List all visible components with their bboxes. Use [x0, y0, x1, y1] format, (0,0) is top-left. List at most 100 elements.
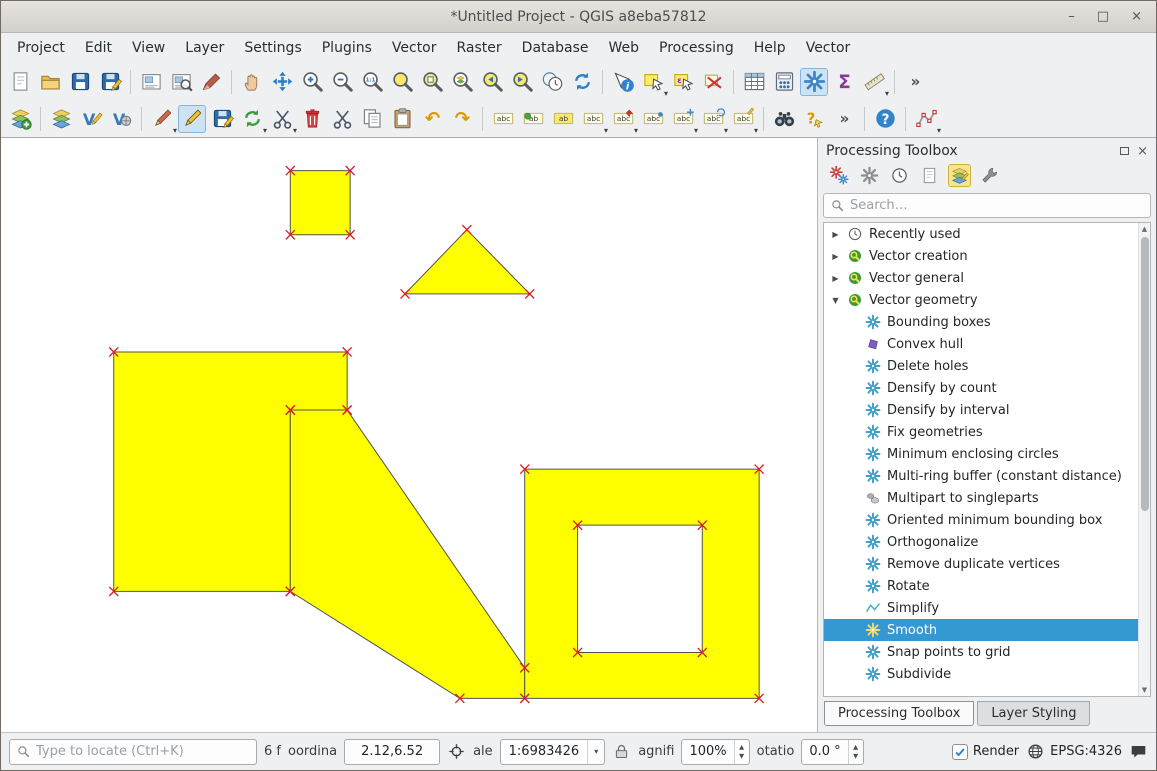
tree-item-convex-hull[interactable]: Convex hull	[824, 333, 1138, 355]
save-layer-edits-button[interactable]	[208, 105, 236, 133]
locate-input[interactable]: Type to locate (Ctrl+K)	[9, 739, 257, 765]
show-layout-manager-button[interactable]	[167, 68, 195, 96]
float-panel-icon[interactable]	[1120, 147, 1129, 155]
label-toolbar-menu-button[interactable]: abc▾	[579, 105, 607, 133]
zoom-last-button[interactable]	[478, 68, 506, 96]
lock-scale-icon[interactable]	[612, 742, 631, 761]
dropdown-caret-icon[interactable]: ▾	[263, 126, 267, 135]
extents-toggle-icon[interactable]	[447, 742, 466, 761]
menu-vector[interactable]: Vector	[382, 36, 447, 60]
tree-item-densify-by-count[interactable]: Densify by count	[824, 377, 1138, 399]
toolbar-overflow-button[interactable]: »	[901, 68, 929, 96]
paste-features-button[interactable]	[388, 105, 416, 133]
tree-item-recently-used[interactable]: ▶Recently used	[824, 223, 1138, 245]
layer-diagram-button[interactable]: ab	[519, 105, 547, 133]
run-feature-action-button[interactable]: ?	[800, 105, 828, 133]
tree-item-minimum-enclosing-circles[interactable]: Minimum enclosing circles	[824, 443, 1138, 465]
tree-item-vector-general[interactable]: ▶Vector general	[824, 267, 1138, 289]
zoom-full-button[interactable]	[388, 68, 416, 96]
collapse-arrow-icon[interactable]: ▼	[830, 296, 841, 305]
tree-item-snap-points-to-grid[interactable]: Snap points to grid	[824, 641, 1138, 663]
rotation-spinbox[interactable]: 0.0 ° ▲▼	[801, 739, 863, 765]
scroll-thumb[interactable]	[1141, 237, 1149, 511]
tree-item-orthogonalize[interactable]: Orthogonalize	[824, 531, 1138, 553]
dropdown-caret-icon[interactable]: ▾	[604, 126, 608, 135]
help-button[interactable]: ?	[871, 105, 899, 133]
menu-processing[interactable]: Processing	[649, 36, 744, 60]
maximize-button[interactable]: □	[1097, 9, 1109, 24]
tree-item-rotate[interactable]: Rotate	[824, 575, 1138, 597]
select-features-button[interactable]: ▾	[639, 68, 667, 96]
pin-labels-button[interactable]: abc▾	[609, 105, 637, 133]
split-features-button[interactable]: ▾	[268, 105, 296, 133]
menu-plugins[interactable]: Plugins	[312, 36, 382, 60]
tree-item-subdivide[interactable]: Subdivide	[824, 663, 1138, 685]
scroll-up-icon[interactable]: ▲	[1142, 223, 1147, 235]
close-button[interactable]: ×	[1131, 9, 1142, 24]
algorithms-icon[interactable]	[828, 164, 851, 187]
deselect-features-button[interactable]	[699, 68, 727, 96]
options-icon[interactable]	[978, 164, 1001, 187]
move-feature-button[interactable]: ▾	[238, 105, 266, 133]
spin-arrows-icon[interactable]: ▲▼	[734, 740, 749, 764]
dropdown-caret-icon[interactable]: ▾	[754, 126, 758, 135]
menu-settings[interactable]: Settings	[234, 36, 311, 60]
undo-button[interactable]: ↶	[418, 105, 446, 133]
tree-item-densify-by-interval[interactable]: Densify by interval	[824, 399, 1138, 421]
highlight-labels-button[interactable]: ab	[549, 105, 577, 133]
expand-arrow-icon[interactable]: ▶	[830, 230, 841, 239]
redo-button[interactable]: ↷	[448, 105, 476, 133]
map-canvas[interactable]	[1, 138, 817, 732]
tree-scrollbar[interactable]: ▲ ▼	[1138, 223, 1150, 696]
minimize-button[interactable]: –	[1068, 9, 1075, 24]
toolbar-overflow-2-button[interactable]: »	[830, 105, 858, 133]
current-edits-button[interactable]: ▾	[148, 105, 176, 133]
zoom-in-button[interactable]	[298, 68, 326, 96]
cut-features-button[interactable]	[328, 105, 356, 133]
dropdown-caret-icon[interactable]: ▾	[937, 126, 941, 135]
new-print-layout-button[interactable]	[137, 68, 165, 96]
field-calculator-button[interactable]	[770, 68, 798, 96]
toggle-editing-button[interactable]	[178, 105, 206, 133]
tab-layer-styling[interactable]: Layer Styling	[977, 701, 1090, 726]
vertex-tool-menu-button[interactable]: ▾	[912, 105, 940, 133]
magnifier-spinbox[interactable]: 100% ▲▼	[681, 739, 749, 765]
tree-item-vector-geometry[interactable]: ▼Vector geometry	[824, 289, 1138, 311]
zoom-native-button[interactable]: 1:1	[358, 68, 386, 96]
pan-map-button[interactable]	[238, 68, 266, 96]
results-viewer-icon[interactable]	[918, 164, 941, 187]
titlebar[interactable]: *Untitled Project - QGIS a8eba57812 – □ …	[1, 1, 1156, 33]
dropdown-caret-icon[interactable]: ▾	[664, 89, 668, 98]
dropdown-caret-icon[interactable]: ▾	[885, 89, 889, 98]
tree-item-bounding-boxes[interactable]: Bounding boxes	[824, 311, 1138, 333]
statistical-summary-button[interactable]: Σ	[830, 68, 858, 96]
messages-button[interactable]	[1129, 742, 1148, 761]
new-virtual-layer-button[interactable]: V	[107, 105, 135, 133]
identify-features-button[interactable]: i	[609, 68, 637, 96]
move-label-button[interactable]: abc▾	[669, 105, 697, 133]
coordinate-input[interactable]: 2.12,6.52	[344, 739, 440, 765]
delete-selected-button[interactable]	[298, 105, 326, 133]
data-source-manager-button[interactable]	[6, 105, 34, 133]
scroll-down-icon[interactable]: ▼	[1142, 684, 1147, 696]
tab-processing-toolbox[interactable]: Processing Toolbox	[824, 701, 974, 726]
expand-arrow-icon[interactable]: ▶	[830, 274, 841, 283]
open-attribute-table-button[interactable]	[740, 68, 768, 96]
refresh-map-button[interactable]	[568, 68, 596, 96]
measure-line-button[interactable]: ▾	[860, 68, 888, 96]
dropdown-caret-icon[interactable]: ▾	[694, 126, 698, 135]
save-project-button[interactable]	[66, 68, 94, 96]
rotate-label-button[interactable]: abc▾	[699, 105, 727, 133]
tree-item-fix-geometries[interactable]: Fix geometries	[824, 421, 1138, 443]
layer-labeling-button[interactable]: abc	[489, 105, 517, 133]
scale-dropdown-icon[interactable]: ▾	[587, 740, 604, 764]
tree-item-multipart-to-singleparts[interactable]: Multipart to singleparts	[824, 487, 1138, 509]
tree-item-smooth[interactable]: Smooth	[824, 619, 1150, 641]
dropdown-caret-icon[interactable]: ▾	[173, 126, 177, 135]
tree-item-remove-duplicate-vertices[interactable]: Remove duplicate vertices	[824, 553, 1138, 575]
spin-arrows-icon[interactable]: ▲▼	[848, 740, 863, 764]
select-by-expression-button[interactable]: ε	[669, 68, 697, 96]
zoom-to-layer-button[interactable]	[448, 68, 476, 96]
dropdown-caret-icon[interactable]: ▾	[293, 126, 297, 135]
render-checkbox[interactable]	[952, 744, 968, 760]
